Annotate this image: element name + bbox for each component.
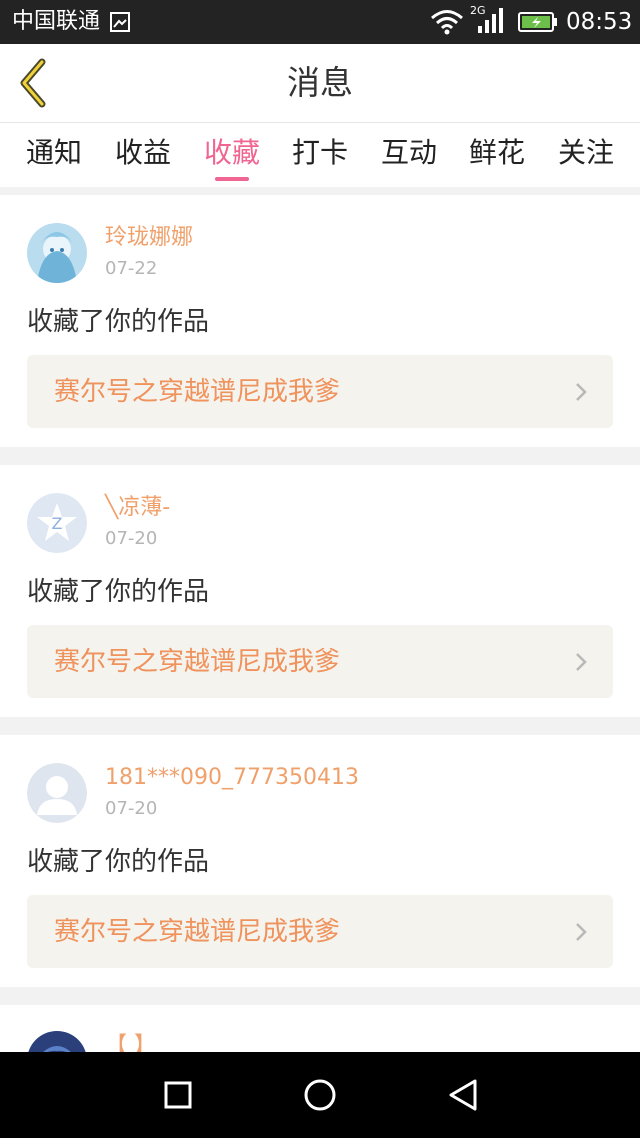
work-link[interactable]: 赛尔号之穿越谱尼成我爹 [27,895,613,968]
signal-icon [478,8,503,33]
username[interactable]: ╲凉薄- [105,493,170,523]
username[interactable]: 【 】 [105,1031,156,1052]
message-date: 07-20 [105,798,158,819]
active-tab-indicator [215,177,249,181]
work-title: 赛尔号之穿越谱尼成我爹 [54,377,341,407]
message-card: 玲珑娜娜 07-22 收藏了你的作品 赛尔号之穿越谱尼成我爹 [0,195,640,447]
tab-bar: 通知 收益 收藏 打卡 互动 鲜花 关注 [0,123,640,187]
avatar[interactable] [27,223,87,283]
carrier-label: 中国联通 [12,9,101,34]
tab-interaction[interactable]: 互动 [374,135,444,171]
wifi-icon [431,10,463,35]
system-nav-bar [0,1052,640,1138]
back-icon[interactable] [447,1078,479,1112]
work-title: 赛尔号之穿越谱尼成我爹 [54,917,341,947]
svg-text:Z: Z [52,514,63,533]
work-link[interactable]: 赛尔号之穿越谱尼成我爹 [27,355,613,428]
tab-flowers[interactable]: 鲜花 [462,135,532,171]
tab-earnings[interactable]: 收益 [108,135,178,171]
recent-apps-icon[interactable] [164,1081,192,1109]
image-notification-icon [110,12,130,32]
message-action: 收藏了你的作品 [27,577,210,607]
message-action: 收藏了你的作品 [27,847,210,877]
message-action: 收藏了你的作品 [27,307,210,337]
battery-charging-icon [518,12,557,32]
message-card: 181***090_777350413 07-20 收藏了你的作品 赛尔号之穿越… [0,735,640,987]
avatar[interactable] [27,1031,87,1052]
username[interactable]: 181***090_777350413 [105,763,359,793]
message-card: Z ╲凉薄- 07-20 收藏了你的作品 赛尔号之穿越谱尼成我爹 [0,465,640,717]
chevron-right-icon [576,653,587,671]
username[interactable]: 玲珑娜娜 [105,223,193,253]
tab-follow[interactable]: 关注 [551,135,621,171]
clock: 08:53 [566,9,633,35]
chevron-right-icon [576,923,587,941]
work-link[interactable]: 赛尔号之穿越谱尼成我爹 [27,625,613,698]
tab-favorites[interactable]: 收藏 [197,135,267,171]
home-icon[interactable] [303,1078,337,1112]
tab-notifications[interactable]: 通知 [19,135,89,171]
message-card: 【 】 [0,1005,640,1052]
tab-checkin[interactable]: 打卡 [285,135,355,171]
page-title: 消息 [287,63,353,102]
message-date: 07-20 [105,528,158,549]
work-title: 赛尔号之穿越谱尼成我爹 [54,647,341,677]
avatar[interactable] [27,763,87,823]
avatar[interactable]: Z [27,493,87,553]
chevron-right-icon [576,383,587,401]
app-header: 消息 [0,44,640,123]
status-bar: 中国联通 2G 08:53 [0,0,640,44]
message-date: 07-22 [105,258,158,279]
